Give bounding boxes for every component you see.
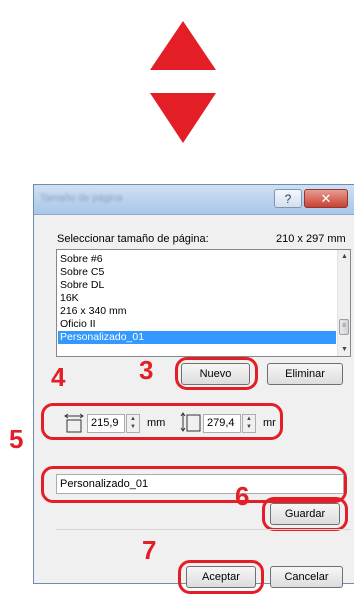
arrow-up-icon <box>150 21 216 70</box>
list-item[interactable]: Personalizado_01 <box>58 331 336 344</box>
spin-up-icon[interactable]: ▲ <box>243 415 255 423</box>
height-spinner[interactable]: ▲ ▼ <box>242 414 256 433</box>
width-spinner[interactable]: ▲ ▼ <box>126 414 140 433</box>
height-icon <box>180 411 202 433</box>
callout-number-7: 7 <box>142 535 157 565</box>
scroll-thumb[interactable]: ≡ <box>339 319 349 335</box>
height-input[interactable]: 279,4 <box>203 414 241 433</box>
scroll-up-icon[interactable]: ▲ <box>338 250 351 263</box>
callout-number-5: 5 <box>9 424 24 454</box>
spin-down-icon[interactable]: ▼ <box>127 423 139 431</box>
separator <box>56 529 351 530</box>
width-icon <box>63 413 85 433</box>
current-size-label: 210 x 297 mm <box>276 233 346 245</box>
callout-ring-new <box>175 357 258 390</box>
callout-number-3: 3 <box>139 355 154 385</box>
callout-number-6: 6 <box>235 481 250 511</box>
cancel-button[interactable]: Cancelar <box>270 566 343 588</box>
spin-down-icon[interactable]: ▼ <box>243 423 255 431</box>
screen: { "colors": { "highlight": "#e41e26", "s… <box>0 0 354 594</box>
page-size-dialog: Tamaño de página ? ✕ Seleccionar tamaño … <box>33 184 354 594</box>
list-scrollbar[interactable]: ▲ ≡ ▼ <box>337 250 350 356</box>
dialog-titlebar: Tamaño de página ? ✕ <box>34 185 354 215</box>
list-item[interactable]: Sobre C5 <box>58 266 336 279</box>
page-size-list[interactable]: Sobre #6 Sobre C5 Sobre DL 16K 216 x 340 mm O… <box>56 249 351 357</box>
custom-name-input[interactable]: Personalizado_01 <box>56 474 344 494</box>
width-unit: mm <box>147 417 166 429</box>
help-button[interactable]: ? <box>274 189 302 208</box>
spin-up-icon[interactable]: ▲ <box>127 415 139 423</box>
close-button[interactable]: ✕ <box>304 189 348 208</box>
callout-number-4: 4 <box>51 362 66 392</box>
height-unit: mr <box>263 417 276 429</box>
select-size-label: Seleccionar tamaño de página: <box>57 233 209 245</box>
list-item[interactable]: 16K <box>58 292 336 305</box>
list-item[interactable]: Sobre DL <box>58 279 336 292</box>
list-item[interactable]: 216 x 340 mm <box>58 305 336 318</box>
callout-ring-save <box>262 497 348 531</box>
scroll-down-icon[interactable]: ▼ <box>338 343 351 356</box>
callout-ring-ok <box>178 560 264 594</box>
delete-button[interactable]: Eliminar <box>267 363 343 385</box>
page-size-list-items: Sobre #6 Sobre C5 Sobre DL 16K 216 x 340 mm O… <box>58 253 336 344</box>
arrow-down-icon <box>150 93 216 143</box>
width-input[interactable]: 215,9 <box>87 414 125 433</box>
list-item[interactable]: Oficio II <box>58 318 336 331</box>
dialog-title: Tamaño de página <box>40 193 123 204</box>
list-item[interactable]: Sobre #6 <box>58 253 336 266</box>
